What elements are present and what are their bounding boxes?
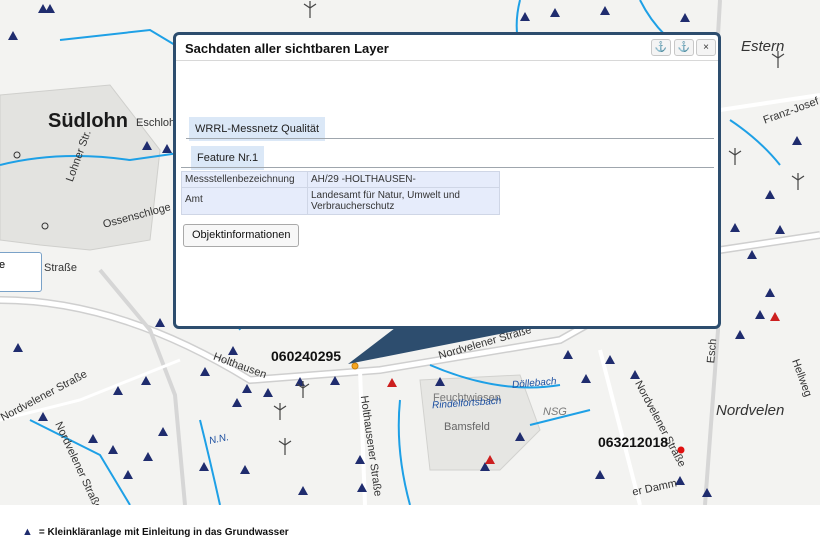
feature-info-popup[interactable]: Sachdaten aller sichtbaren Layer ⚓ ⚓ × W… [173,32,721,329]
table-row: Amt Landesamt für Natur, Umwelt und Verb… [181,187,500,215]
close-button[interactable]: × [696,39,716,56]
side-panel-stub[interactable]: e [0,252,42,292]
close-icon: × [703,42,709,53]
popup-pointer [348,328,530,364]
place-label-nordvelen: Nordvelen [716,402,785,419]
feature-divider [181,167,714,168]
street-label-strasse: Straße [44,262,78,274]
attribute-value: Landesamt für Natur, Umwelt und Verbrauc… [307,187,500,215]
table-row: Messstellenbezeichnung AH/29 -HOLTHAUSEN… [181,171,500,188]
map-legend: ▲ = Kleinkläranlage mit Einleitung in das… [22,526,289,538]
popup-header[interactable]: Sachdaten aller sichtbaren Layer ⚓ ⚓ × [176,35,718,61]
attribute-table: Messstellenbezeichnung AH/29 -HOLTHAUSEN… [181,171,500,215]
attribute-value: AH/29 -HOLTHAUSEN- [307,171,500,188]
undock-button[interactable]: ⚓ [674,39,694,56]
popup-title: Sachdaten aller sichtbaren Layer [185,41,389,56]
measurement-point-label-right[interactable]: 063212018 [598,434,668,450]
anchor-icon: ⚓ [654,42,668,53]
attribute-key: Amt [181,187,308,215]
legend-text: = Kleinkläranlage mit Einleitung in das … [38,527,289,538]
field-label-nsg: NSG [543,406,567,418]
attribute-key: Messstellenbezeichnung [181,171,308,188]
triangle-symbol-icon: ▲ [22,526,33,538]
side-panel-stub-text: e [0,259,6,271]
object-information-button[interactable]: Objektinformationen [183,224,300,247]
anchor-icon: ⚓ [677,42,691,53]
field-label-bamsfeld: Bamsfeld [444,421,490,433]
place-label-estern: Estern [741,38,785,55]
street-label-esch: Esch [705,338,720,364]
place-label-suedlohn: Südlohn [48,110,128,132]
measurement-point-label-left[interactable]: 060240295 [271,348,341,364]
dock-button[interactable]: ⚓ [651,39,671,56]
layer-divider [186,138,714,139]
street-label-eschloh: Eschloh [136,117,176,129]
